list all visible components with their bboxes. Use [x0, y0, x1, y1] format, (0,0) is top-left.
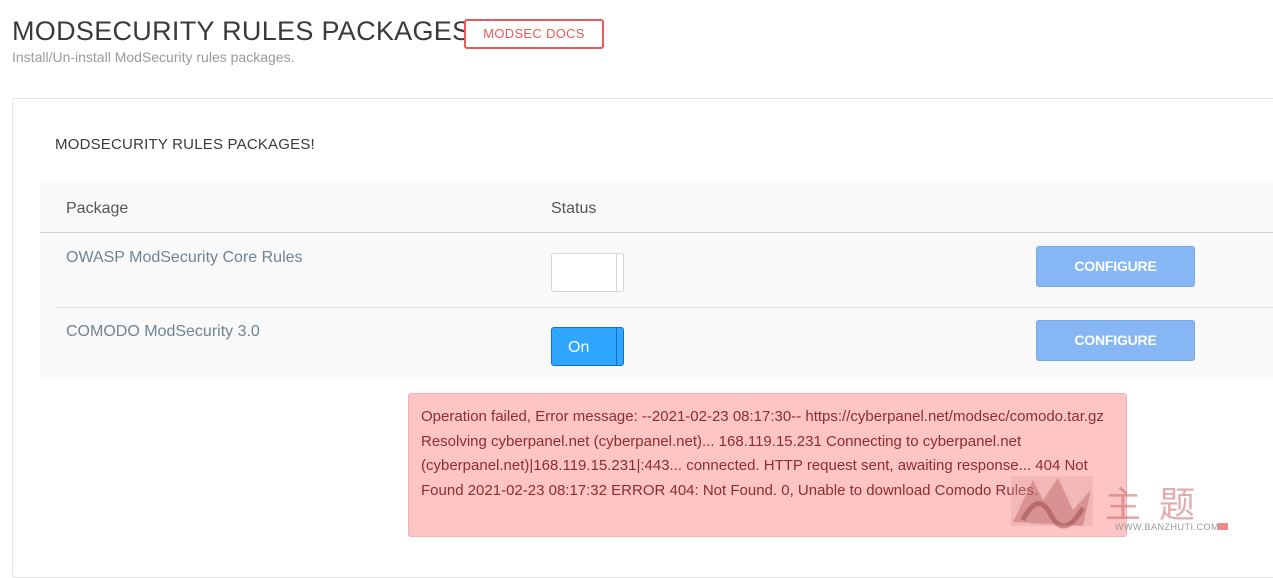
- toggle-handle: [616, 254, 617, 291]
- watermark-chinese-text: 主题: [1105, 485, 1214, 526]
- watermark-url: WWW.BANZHUTI.COM: [1115, 522, 1219, 532]
- table-row-comodo: COMODO ModSecurity 3.0 On CONFIGURE: [55, 307, 1273, 381]
- owasp-status-toggle[interactable]: [551, 253, 624, 292]
- toggle-handle: [616, 328, 617, 365]
- package-name: OWASP ModSecurity Core Rules: [66, 249, 303, 266]
- comodo-status-toggle[interactable]: On: [551, 327, 624, 366]
- panel-title: MODSECURITY RULES PACKAGES!: [55, 136, 315, 153]
- column-header-package: Package: [66, 200, 129, 217]
- watermark-logo-icon: [1011, 476, 1093, 529]
- comodo-configure-button[interactable]: CONFIGURE: [1036, 320, 1195, 361]
- toggle-label: On: [568, 339, 590, 356]
- table-header: Package Status: [40, 183, 1273, 233]
- modsec-docs-button[interactable]: MODSEC DOCS: [464, 19, 604, 49]
- watermark: 主题 WWW.BANZHUTI.COM: [1000, 466, 1235, 538]
- owasp-configure-button[interactable]: CONFIGURE: [1036, 246, 1195, 287]
- page-title: MODSECURITY RULES PACKAGES! -: [12, 16, 496, 46]
- packages-table: Package Status OWASP ModSecurity Core Ru…: [40, 183, 1273, 379]
- package-name: COMODO ModSecurity 3.0: [66, 323, 260, 340]
- page-subtitle: Install/Un-install ModSecurity rules pac…: [12, 49, 295, 65]
- column-header-status: Status: [551, 200, 597, 217]
- table-row-owasp: OWASP ModSecurity Core Rules CONFIGURE: [55, 233, 1273, 308]
- watermark-mark: [1218, 523, 1228, 530]
